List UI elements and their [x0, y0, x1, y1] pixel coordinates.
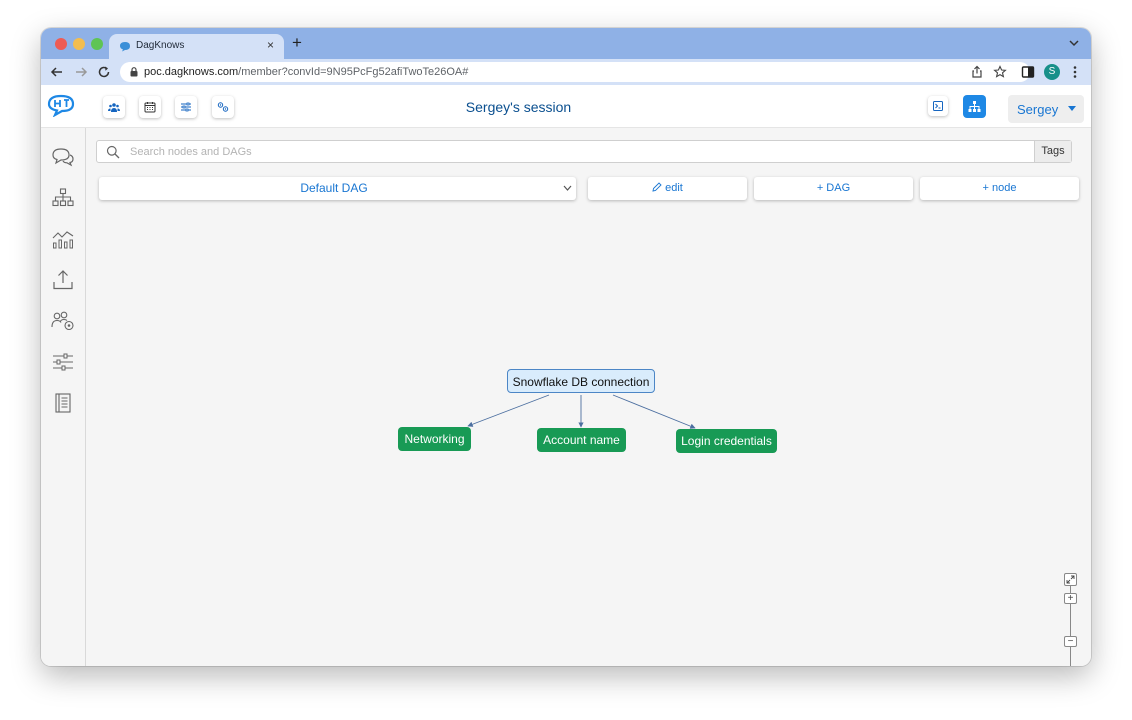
workflow-icon: [217, 102, 229, 112]
search-icon: [106, 145, 120, 159]
minimize-window-button[interactable]: [73, 38, 85, 50]
dag-select-value: Default DAG: [300, 181, 368, 195]
left-sidebar: [41, 128, 86, 666]
settings-button[interactable]: [175, 96, 197, 118]
maximize-window-button[interactable]: [91, 38, 103, 50]
add-dag-label: + DAG: [816, 182, 851, 194]
lock-icon: [130, 67, 138, 77]
dagknows-logo-icon[interactable]: [46, 93, 76, 117]
tab-list-chevron-down-icon[interactable]: [1068, 37, 1080, 49]
terminal-button[interactable]: [928, 96, 948, 116]
browser-menu-icon[interactable]: [1068, 65, 1082, 79]
upload-icon[interactable]: [51, 269, 75, 291]
browser-tab-bar: DagKnows × +: [41, 28, 1091, 59]
dag-view-button[interactable]: [963, 95, 986, 118]
caret-down-icon: [1068, 106, 1076, 111]
profile-avatar[interactable]: S: [1044, 64, 1060, 80]
hierarchy-icon[interactable]: [51, 187, 75, 209]
chevron-down-icon: [563, 185, 572, 191]
side-panel-icon[interactable]: [1021, 65, 1035, 79]
tab-title: DagKnows: [136, 40, 185, 51]
dag-hierarchy-icon: [968, 101, 981, 112]
edge-root-to-networking: [467, 394, 550, 427]
add-dag-button[interactable]: + DAG: [754, 177, 913, 200]
team-icon: [108, 103, 120, 112]
edit-label: edit: [665, 182, 683, 194]
users-settings-icon[interactable]: [51, 310, 75, 332]
calendar-icon: [144, 102, 156, 113]
expand-icon: [1066, 575, 1075, 584]
analytics-icon[interactable]: [51, 228, 75, 250]
dag-node-account-name[interactable]: Account name: [537, 428, 626, 452]
add-node-label: + node: [982, 182, 1017, 194]
new-tab-button[interactable]: +: [292, 34, 302, 51]
user-menu-button[interactable]: Sergey: [1008, 95, 1084, 123]
edge-root-to-login-credentials: [612, 394, 696, 429]
chat-icon[interactable]: [51, 146, 75, 168]
browser-window: DagKnows × + poc.dagknows.com/member?con…: [41, 28, 1091, 666]
dag-node-root[interactable]: Snowflake DB connection: [507, 369, 655, 393]
terminal-icon: [933, 101, 943, 111]
user-name: Sergey: [1017, 102, 1059, 117]
url-field[interactable]: poc.dagknows.com/member?convId=9N95PcFg5…: [120, 62, 1030, 82]
search-input[interactable]: [130, 143, 1030, 160]
add-node-button[interactable]: + node: [920, 177, 1079, 200]
zoom-in-button[interactable]: +: [1064, 593, 1077, 604]
dagknows-favicon-icon: [120, 42, 130, 52]
share-icon[interactable]: [970, 65, 984, 79]
team-button[interactable]: [103, 96, 125, 118]
close-window-button[interactable]: [55, 38, 67, 50]
session-title: Sergey's session: [465, 99, 572, 115]
bookmark-star-icon[interactable]: [993, 65, 1007, 79]
forward-arrow-icon[interactable]: [74, 65, 88, 79]
dag-node-login-credentials[interactable]: Login credentials: [676, 429, 777, 453]
address-bar: poc.dagknows.com/member?convId=9N95PcFg5…: [41, 59, 1091, 85]
reload-icon[interactable]: [97, 65, 111, 79]
url-text: poc.dagknows.com/member?convId=9N95PcFg5…: [144, 66, 469, 78]
notebook-icon[interactable]: [51, 392, 75, 414]
pencil-icon: [652, 182, 662, 192]
tags-button[interactable]: Tags: [1034, 141, 1071, 162]
app-header: Sergey's session Sergey: [41, 85, 1091, 128]
dagknows-app: Sergey's session Sergey Search nodes and…: [41, 85, 1091, 666]
sliders-icon[interactable]: [51, 351, 75, 373]
back-arrow-icon[interactable]: [50, 65, 64, 79]
dag-node-networking[interactable]: Networking: [398, 427, 471, 451]
calendar-button[interactable]: [139, 96, 161, 118]
dag-select[interactable]: Default DAG: [99, 177, 576, 200]
tab-close-icon[interactable]: ×: [267, 38, 274, 52]
settings-sliders-icon: [181, 102, 191, 112]
edit-dag-button[interactable]: edit: [588, 177, 747, 200]
browser-tab[interactable]: DagKnows ×: [109, 34, 284, 59]
zoom-slider-handle[interactable]: −: [1064, 636, 1077, 647]
workflow-button[interactable]: [212, 96, 234, 118]
search-bar: Tags: [96, 140, 1072, 163]
